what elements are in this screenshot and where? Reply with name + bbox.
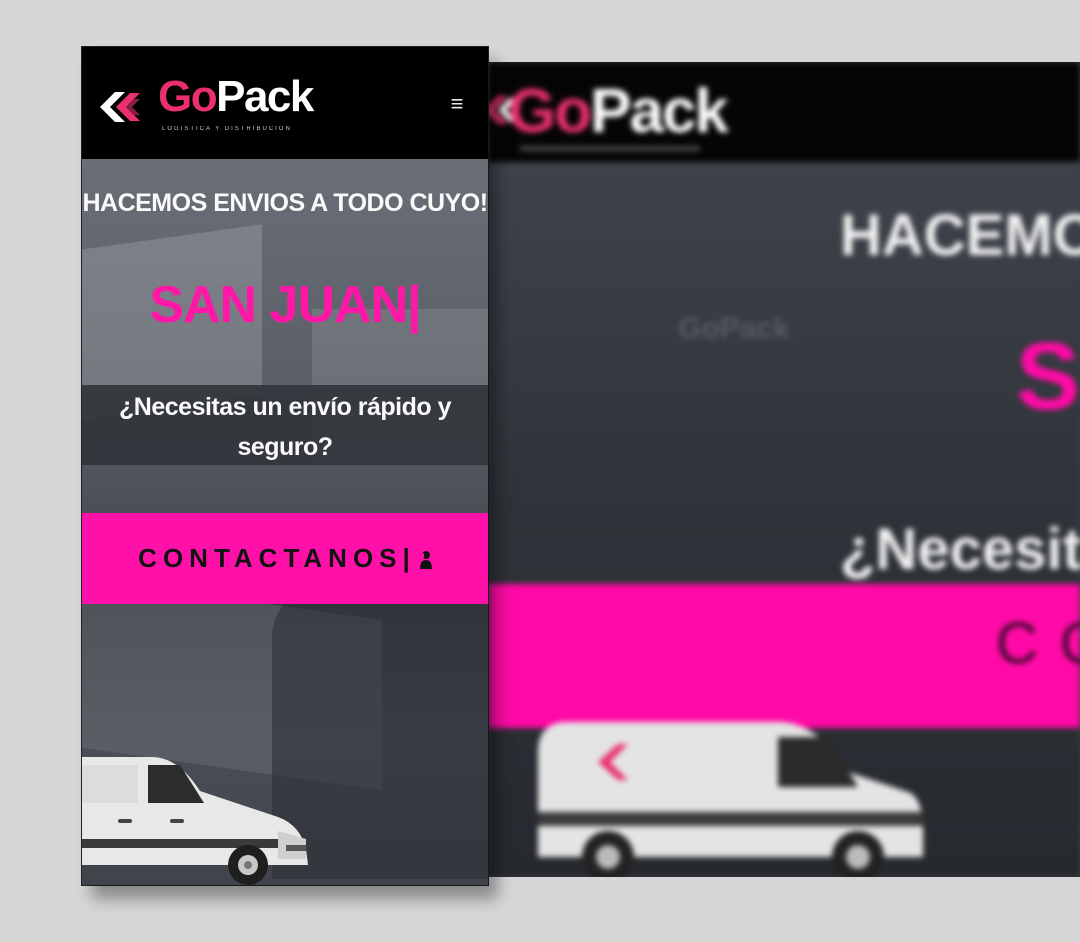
logo-arrow-icon	[100, 92, 140, 122]
desktop-header: GoPack	[488, 62, 1080, 162]
hamburger-icon: ≡	[450, 91, 464, 116]
contact-button-label: CONTACTANOS|	[138, 543, 416, 573]
mobile-preview: GoPack LOGISTICA Y DISTRIBUCION ≡ HACEMO…	[82, 47, 488, 885]
hero-section: HACEMOS ENVIOS A TODO CUYO! SAN JUAN| ¿N…	[82, 159, 488, 885]
hamburger-menu-button[interactable]: ≡	[446, 93, 468, 115]
site-header: GoPack LOGISTICA Y DISTRIBUCION ≡	[82, 47, 488, 159]
contact-person-icon	[419, 551, 432, 569]
hero-headline: HACEMOS ENVIOS A TODO CUYO!	[82, 189, 488, 217]
desktop-ghost-logo: GoPack	[678, 312, 790, 345]
delivery-van-image	[82, 757, 308, 885]
desktop-headline: HACEMO	[840, 203, 1080, 268]
desktop-question: ¿Necesita	[840, 517, 1080, 582]
desktop-city: S	[1016, 323, 1080, 430]
contact-button-label-wrap: CONTACTANOS|	[82, 513, 488, 604]
site-logo[interactable]: GoPack	[158, 75, 314, 119]
desktop-van-image	[538, 722, 923, 877]
desktop-preview: GoPack GoPack HACEMO S ¿Necesita CO	[488, 62, 1080, 877]
contact-button[interactable]: CONTACTANOS|	[82, 513, 488, 604]
hero-rotating-city: SAN JUAN|	[149, 276, 421, 334]
desktop-logo: GoPack	[508, 77, 729, 146]
logo-tagline: LOGISTICA Y DISTRIBUCION	[162, 126, 292, 132]
hero-question: ¿Necesitas un envío rápido y seguro?	[119, 393, 451, 461]
desktop-cta-label: CO	[996, 611, 1080, 676]
desktop-tagline-bar	[520, 146, 700, 151]
